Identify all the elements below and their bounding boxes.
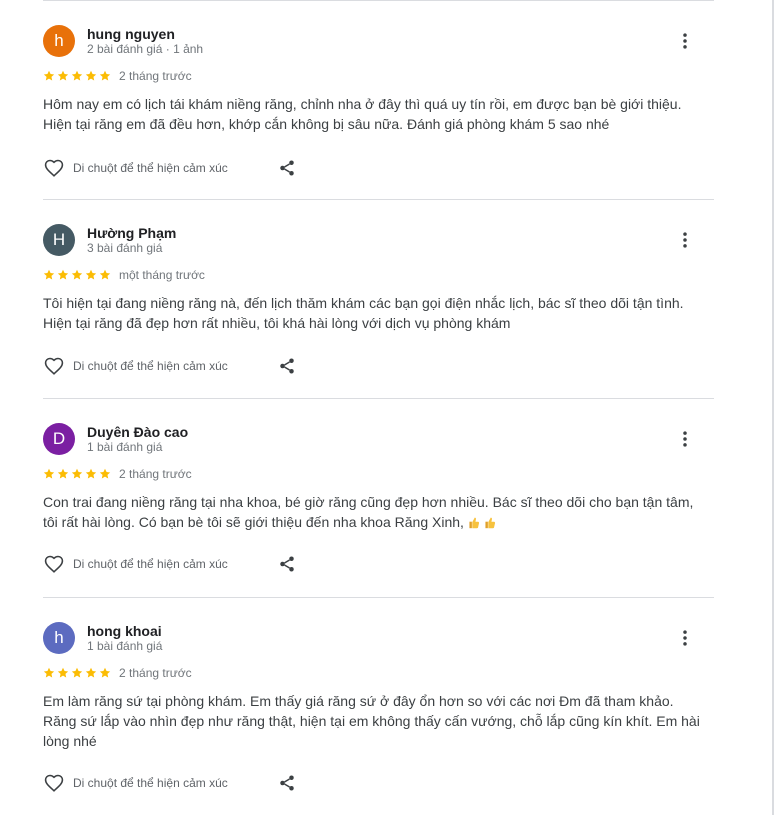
- more-options-button[interactable]: [675, 228, 695, 252]
- star-icon: [43, 667, 55, 678]
- review-text-content: Con trai đang niềng răng tại nha khoa, b…: [43, 494, 694, 530]
- heart-outline-icon[interactable]: [43, 772, 65, 794]
- reviewer-name[interactable]: hung nguyen: [87, 25, 175, 43]
- thumbs-up-emoji: [469, 517, 479, 529]
- more-vert-icon: [683, 431, 687, 447]
- more-options-button[interactable]: [675, 626, 695, 650]
- star-icon: [99, 468, 111, 479]
- review-time: một tháng trước: [119, 268, 205, 282]
- more-options-button[interactable]: [675, 29, 695, 53]
- heart-outline-icon[interactable]: [43, 355, 65, 377]
- reviewer-meta: 1 bài đánh giá: [87, 440, 163, 454]
- review-card: D Duyên Đào cao 1 bài đánh giá 2 tháng trướ…: [43, 399, 714, 597]
- share-icon[interactable]: [278, 555, 296, 573]
- reviewer-meta: 2 bài đánh giá · 1 ảnh: [87, 42, 204, 56]
- star-icon: [71, 468, 83, 479]
- star-rating: [43, 667, 111, 679]
- reviewer-name[interactable]: hong khoai: [87, 622, 162, 640]
- review-text: Hôm nay em có lịch tái khám niềng răng, …: [43, 94, 708, 134]
- review-actions: Di chuột để thể hiện cảm xúc: [43, 355, 296, 377]
- avatar[interactable]: D: [43, 423, 75, 455]
- star-rating: [43, 269, 111, 281]
- reviewer-meta: 1 bài đánh giá: [87, 639, 163, 653]
- avatar[interactable]: h: [43, 622, 75, 654]
- thumbs-up-emoji: [485, 517, 495, 529]
- review-text: Em làm răng sứ tại phòng khám. Em thấy g…: [43, 691, 708, 751]
- heart-outline-icon[interactable]: [43, 553, 65, 575]
- star-rating: [43, 70, 111, 82]
- rating-row: một tháng trước: [43, 267, 205, 283]
- rating-row: 2 tháng trước: [43, 665, 192, 681]
- react-hint-label: Di chuột để thể hiện cảm xúc: [73, 557, 228, 571]
- reviewer-name[interactable]: Duyên Đào cao: [87, 423, 188, 441]
- star-icon: [57, 269, 69, 280]
- star-icon: [57, 70, 69, 81]
- review-text-content: Tôi hiện tại đang niềng răng nà, đến lịc…: [43, 295, 684, 331]
- share-icon[interactable]: [278, 774, 296, 792]
- rating-row: 2 tháng trước: [43, 466, 192, 482]
- review-text: Tôi hiện tại đang niềng răng nà, đến lịc…: [43, 293, 708, 333]
- star-icon: [57, 667, 69, 678]
- review-actions: Di chuột để thể hiện cảm xúc: [43, 157, 296, 179]
- react-hint-label: Di chuột để thể hiện cảm xúc: [73, 359, 228, 373]
- avatar[interactable]: H: [43, 224, 75, 256]
- review-text-content: Em làm răng sứ tại phòng khám. Em thấy g…: [43, 693, 700, 749]
- star-icon: [99, 269, 111, 280]
- react-hint-label: Di chuột để thể hiện cảm xúc: [73, 776, 228, 790]
- heart-outline-icon[interactable]: [43, 157, 65, 179]
- star-icon: [43, 70, 55, 81]
- more-vert-icon: [683, 232, 687, 248]
- review-list: h hung nguyen 2 bài đánh giá · 1 ảnh 2 thán…: [43, 0, 714, 814]
- star-icon: [85, 468, 97, 479]
- reviewer-name[interactable]: Hường Phạm: [87, 224, 176, 242]
- avatar[interactable]: h: [43, 25, 75, 57]
- review-card: h hung nguyen 2 bài đánh giá · 1 ảnh 2 thán…: [43, 1, 714, 199]
- review-time: 2 tháng trước: [119, 69, 192, 83]
- more-vert-icon: [683, 33, 687, 49]
- star-icon: [71, 667, 83, 678]
- star-icon: [99, 667, 111, 678]
- star-icon: [85, 269, 97, 280]
- star-icon: [43, 269, 55, 280]
- star-icon: [71, 70, 83, 81]
- star-icon: [43, 468, 55, 479]
- review-time: 2 tháng trước: [119, 666, 192, 680]
- star-icon: [85, 667, 97, 678]
- react-hint-label: Di chuột để thể hiện cảm xúc: [73, 161, 228, 175]
- review-text: Con trai đang niềng răng tại nha khoa, b…: [43, 492, 708, 532]
- share-icon[interactable]: [278, 159, 296, 177]
- review-card: h hong khoai 1 bài đánh giá 2 tháng trước Em…: [43, 598, 714, 814]
- star-rating: [43, 468, 111, 480]
- review-actions: Di chuột để thể hiện cảm xúc: [43, 553, 296, 575]
- star-icon: [85, 70, 97, 81]
- rating-row: 2 tháng trước: [43, 68, 192, 84]
- reviewer-meta: 3 bài đánh giá: [87, 241, 163, 255]
- star-icon: [57, 468, 69, 479]
- more-vert-icon: [683, 630, 687, 646]
- more-options-button[interactable]: [675, 427, 695, 451]
- star-icon: [99, 70, 111, 81]
- review-card: H Hường Phạm 3 bài đánh giá một tháng trước…: [43, 200, 714, 398]
- star-icon: [71, 269, 83, 280]
- share-icon[interactable]: [278, 357, 296, 375]
- review-text-content: Hôm nay em có lịch tái khám niềng răng, …: [43, 96, 682, 132]
- review-actions: Di chuột để thể hiện cảm xúc: [43, 772, 296, 794]
- review-time: 2 tháng trước: [119, 467, 192, 481]
